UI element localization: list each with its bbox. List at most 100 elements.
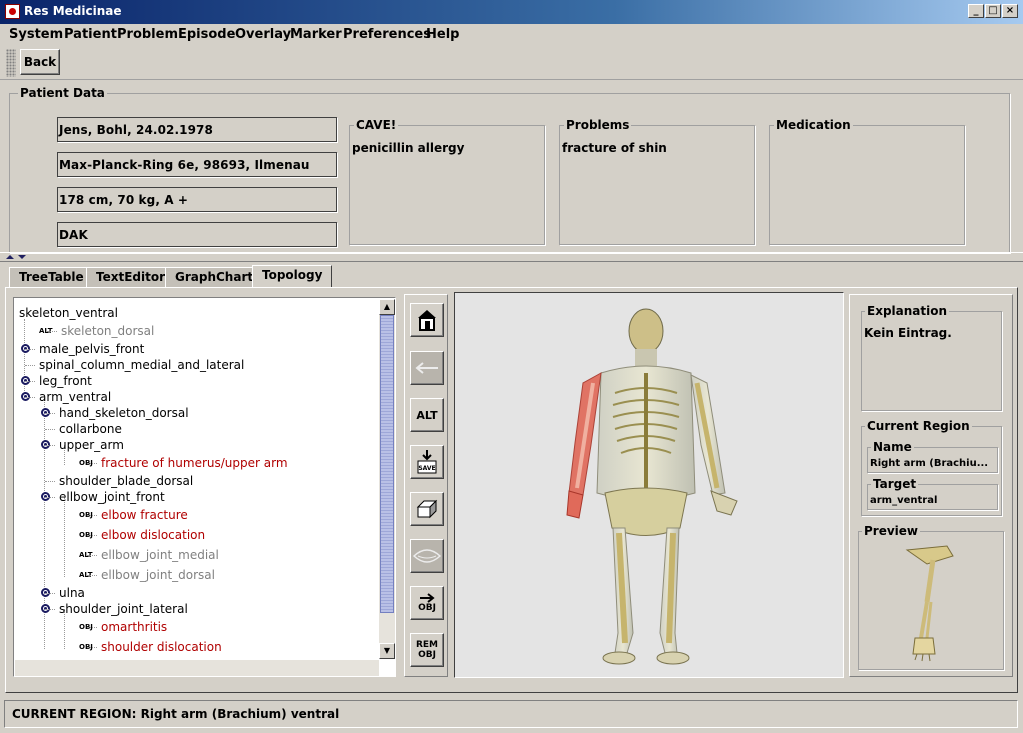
tree-node[interactable]: skeleton_ventral xyxy=(19,305,118,321)
menu-bar: System Patient Problem Episode Overlay M… xyxy=(0,24,1023,46)
problems-title: Problems xyxy=(564,118,632,132)
tab-treetable[interactable]: TreeTable xyxy=(9,267,94,287)
tree-node[interactable]: ALT ellbow_joint_medial xyxy=(79,547,219,563)
patient-insurance-field[interactable]: DAK xyxy=(57,222,337,247)
overlay-button[interactable] xyxy=(410,539,444,573)
skeleton-figure[interactable] xyxy=(455,293,843,677)
medication-title: Medication xyxy=(774,118,853,132)
menu-overlay[interactable]: Overlay xyxy=(235,27,291,42)
tab-texteditor[interactable]: TextEditor xyxy=(86,267,176,287)
tree-node-label: skeleton_dorsal xyxy=(61,324,155,338)
scroll-up-icon[interactable]: ▲ xyxy=(379,299,395,315)
cave-title: CAVE! xyxy=(354,118,399,132)
back-arrow-button[interactable] xyxy=(410,351,444,385)
remove-label: REM xyxy=(415,640,439,650)
home-button[interactable] xyxy=(410,303,444,337)
tree-node[interactable]: OBJ elbow fracture xyxy=(79,507,188,523)
preview-arm-image xyxy=(905,545,954,662)
tree-node[interactable]: spinal_column_medial_and_lateral xyxy=(39,357,244,373)
tree-node[interactable]: OBJ omarthritis xyxy=(79,619,167,635)
topology-viewer[interactable] xyxy=(454,292,844,678)
tree-viewport: skeleton_ventral ALT skeleton_dorsal male_p… xyxy=(15,299,378,656)
add-obj-label: OBJ xyxy=(418,603,436,613)
tree-node[interactable]: OBJ elbow dislocation xyxy=(79,527,205,543)
vertical-scrollbar[interactable]: ▲ ▼ xyxy=(379,299,395,659)
arrow-left-icon xyxy=(415,362,438,374)
splitter-arrows-icon[interactable] xyxy=(4,253,28,261)
minimize-button[interactable]: _ xyxy=(968,4,984,18)
scroll-thumb[interactable] xyxy=(380,315,394,613)
explanation-text: Kein Eintrag. xyxy=(864,326,952,340)
menu-patient[interactable]: Patient xyxy=(64,27,117,42)
title-bar: Res Medicinae _ □ × xyxy=(0,0,1023,24)
patient-vitals-field[interactable]: 178 cm, 70 kg, A + xyxy=(57,187,337,212)
tree-node[interactable]: OBJ shoulder dislocation xyxy=(79,639,222,655)
tree-connector xyxy=(45,413,55,414)
scroll-down-icon[interactable]: ▼ xyxy=(379,643,395,659)
add-obj-button[interactable]: OBJ xyxy=(410,586,444,620)
current-region-box: Current Region Name Right arm (Brachiu..… xyxy=(861,419,1002,516)
tree-node[interactable]: shoulder_blade_dorsal xyxy=(59,473,193,489)
patient-data-title: Patient Data xyxy=(18,86,107,100)
menu-help[interactable]: Help xyxy=(426,27,459,42)
topology-tree: skeleton_ventral ALT skeleton_dorsal male_p… xyxy=(13,297,396,677)
tree-node-label: spinal_column_medial_and_lateral xyxy=(39,358,245,372)
problems-text: fracture of shin xyxy=(562,141,667,155)
cave-box: CAVE! penicillin allergy xyxy=(349,118,545,245)
layer-button[interactable] xyxy=(410,492,444,526)
tree-node-label: elbow fracture xyxy=(101,508,188,522)
tree-node[interactable]: male_pelvis_front xyxy=(21,341,144,357)
preview-box: Preview xyxy=(858,524,1004,670)
tree-node-label: arm_ventral xyxy=(39,390,112,404)
tree-connector xyxy=(45,481,55,482)
tree-node-label: ellbow_joint_medial xyxy=(101,548,219,562)
tree-connector xyxy=(47,331,57,332)
menu-preferences[interactable]: Preferences xyxy=(343,27,431,42)
region-target-title: Target xyxy=(871,477,919,491)
tree-node[interactable]: leg_front xyxy=(21,373,92,389)
tree-connector xyxy=(87,463,97,464)
tree-node-label: ulna xyxy=(59,586,85,600)
tree-node[interactable]: ellbow_joint_front xyxy=(41,489,165,505)
tree-connector xyxy=(24,319,25,399)
tree-node[interactable]: shoulder_joint_lateral xyxy=(41,601,188,617)
tab-graphchart[interactable]: GraphChart xyxy=(165,267,264,287)
patient-address-field[interactable]: Max-Planck-Ring 6e, 98693, Ilmenau xyxy=(57,152,337,177)
tree-node[interactable]: collarbone xyxy=(59,421,122,437)
patient-name-field[interactable]: Jens, Bohl, 24.02.1978 xyxy=(57,117,337,142)
arrow-right-icon xyxy=(420,593,435,603)
close-button[interactable]: × xyxy=(1002,4,1018,18)
maximize-button[interactable]: □ xyxy=(985,4,1001,18)
info-panel: Explanation Kein Eintrag. Current Region… xyxy=(849,294,1013,677)
tree-node[interactable]: hand_skeleton_dorsal xyxy=(41,405,189,421)
menu-marker[interactable]: Marker xyxy=(290,27,342,42)
save-button[interactable]: SAVE xyxy=(410,445,444,479)
problems-box: Problems fracture of shin xyxy=(559,118,755,245)
back-button[interactable]: Back xyxy=(20,49,60,75)
preview-title: Preview xyxy=(862,524,921,538)
menu-problem[interactable]: Problem xyxy=(117,27,178,42)
tree-node[interactable]: upper_arm xyxy=(41,437,124,453)
menu-episode[interactable]: Episode xyxy=(178,27,235,42)
tab-topology[interactable]: Topology xyxy=(252,265,333,288)
tree-connector xyxy=(45,445,55,446)
window-title: Res Medicinae xyxy=(24,4,122,18)
tree-connector xyxy=(87,647,97,648)
toolbar-grip[interactable] xyxy=(6,49,16,77)
remove-obj-button[interactable]: REM OBJ xyxy=(410,633,444,667)
tree-node[interactable]: OBJ fracture of humerus/upper arm xyxy=(79,455,288,471)
tree-node[interactable]: ALT ellbow_joint_dorsal xyxy=(79,567,215,583)
tree-node[interactable]: arm_ventral xyxy=(21,389,112,405)
tree-node[interactable]: ulna xyxy=(41,585,85,601)
tree-node-label: collarbone xyxy=(59,422,122,436)
horizontal-scrollbar[interactable] xyxy=(15,660,379,676)
tree-node[interactable]: ALT skeleton_dorsal xyxy=(39,323,155,339)
tree-node-label: shoulder dislocation xyxy=(101,640,222,654)
explanation-box: Explanation Kein Eintrag. xyxy=(861,304,1002,411)
tree-connector xyxy=(87,535,97,536)
tree-connector xyxy=(87,555,97,556)
region-target-box: Target arm_ventral xyxy=(867,477,998,510)
menu-system[interactable]: System xyxy=(9,27,63,42)
split-pane-divider[interactable] xyxy=(0,252,1023,262)
alt-button[interactable]: ALT xyxy=(410,398,444,432)
